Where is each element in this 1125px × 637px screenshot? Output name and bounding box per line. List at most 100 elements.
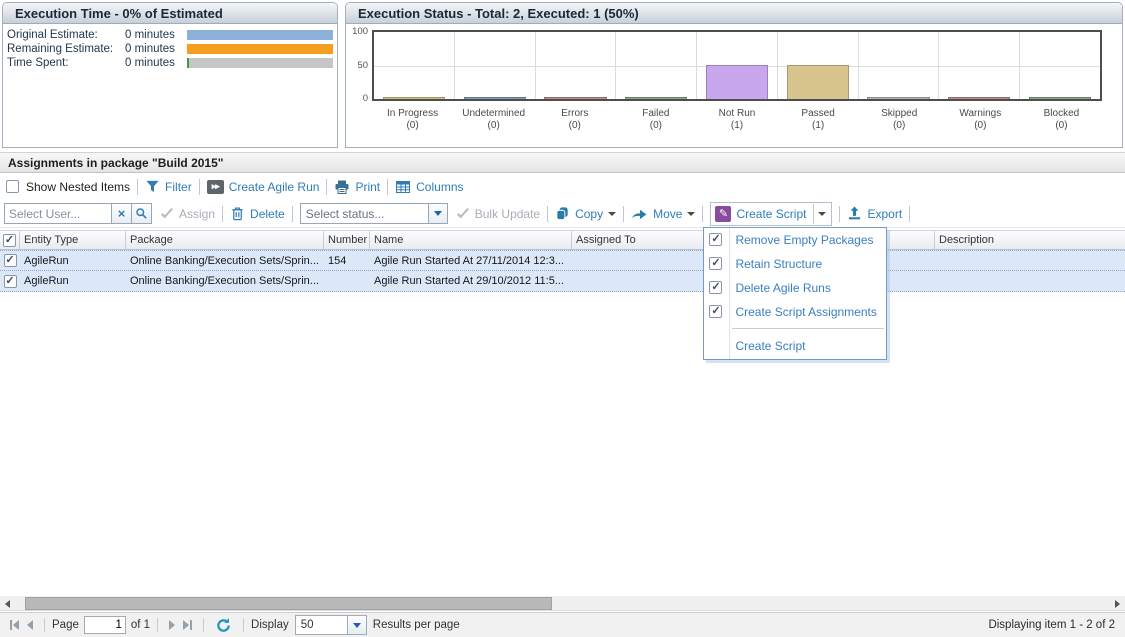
chart-plot bbox=[372, 30, 1102, 101]
x-label-passed: Passed(1) bbox=[778, 108, 859, 132]
separator bbox=[326, 179, 327, 195]
filter-button[interactable]: Filter bbox=[145, 179, 192, 194]
table-header-row: ✓ Entity Type Package Number Name Assign… bbox=[0, 230, 1125, 250]
print-icon bbox=[334, 179, 350, 195]
scroll-left-button[interactable] bbox=[0, 596, 15, 611]
export-button[interactable]: Export bbox=[847, 206, 902, 221]
chart-y-axis: 100 50 0 bbox=[348, 30, 370, 101]
row-checkbox[interactable]: ✓ bbox=[4, 275, 17, 288]
menu-item-delete-agile-runs[interactable]: ✓ Delete Agile Runs bbox=[704, 276, 886, 300]
toolbar-secondary: × Assign Delete Select status... Bulk Up… bbox=[0, 200, 1125, 228]
create-agile-run-button[interactable]: ▸▸ Create Agile Run bbox=[207, 180, 320, 194]
x-label-undetermined: Undetermined(0) bbox=[453, 108, 534, 132]
select-status-dropdown[interactable]: Select status... bbox=[300, 203, 448, 224]
select-status-chevron bbox=[428, 204, 447, 223]
table-row[interactable]: ✓ AgileRun Online Banking/Execution Sets… bbox=[0, 271, 1125, 292]
create-script-button[interactable]: ✎ Create Script bbox=[710, 202, 832, 226]
columns-button[interactable]: Columns bbox=[395, 179, 463, 195]
bar-not-run bbox=[706, 65, 768, 99]
header-description[interactable]: Description bbox=[935, 231, 1125, 249]
move-arrow-icon bbox=[631, 207, 648, 220]
x-label-not-run: Not Run(1) bbox=[696, 108, 777, 132]
bar-blocked bbox=[1029, 97, 1091, 100]
print-button[interactable]: Print bbox=[334, 179, 380, 195]
menu-item-remove-empty-packages[interactable]: ✓ Remove Empty Packages bbox=[704, 228, 886, 252]
chevron-down-icon bbox=[353, 623, 361, 628]
bulk-update-button[interactable]: Bulk Update bbox=[456, 207, 540, 221]
results-per-page-dropdown[interactable]: 50 bbox=[295, 615, 367, 635]
columns-icon bbox=[395, 179, 411, 195]
move-menu-chevron-icon bbox=[687, 212, 695, 216]
select-status-value: Select status... bbox=[301, 207, 428, 221]
cell-number bbox=[324, 271, 370, 291]
header-number[interactable]: Number bbox=[324, 231, 370, 249]
menu-item-create-script[interactable]: Create Script bbox=[704, 333, 886, 359]
show-nested-checkbox[interactable] bbox=[6, 180, 19, 193]
clear-user-button[interactable]: × bbox=[112, 203, 132, 224]
chevron-down-icon bbox=[434, 211, 442, 216]
bulk-update-check-icon bbox=[456, 208, 470, 220]
first-page-icon bbox=[10, 620, 12, 630]
scroll-right-button[interactable] bbox=[1110, 596, 1125, 611]
export-icon bbox=[847, 206, 862, 221]
refresh-button[interactable] bbox=[215, 617, 232, 634]
x-label-warnings: Warnings(0) bbox=[940, 108, 1021, 132]
table-row[interactable]: ✓ AgileRun Online Banking/Execution Sets… bbox=[0, 250, 1125, 271]
separator bbox=[623, 206, 624, 222]
remove-empty-packages-checkbox[interactable]: ✓ bbox=[709, 233, 722, 246]
execution-assignments-screen: Execution Time - 0% of Estimated Origina… bbox=[0, 0, 1125, 637]
displaying-items-status: Displaying item 1 - 2 of 2 bbox=[988, 619, 1119, 631]
execution-time-rows: Original Estimate: 0 minutes Remaining E… bbox=[3, 24, 337, 70]
retain-structure-checkbox[interactable]: ✓ bbox=[709, 257, 722, 270]
remaining-estimate-bar bbox=[187, 44, 333, 54]
bar-failed bbox=[625, 97, 687, 100]
first-page-button[interactable] bbox=[10, 620, 19, 630]
header-entity-type[interactable]: Entity Type bbox=[20, 231, 126, 249]
select-all-checkbox[interactable]: ✓ bbox=[3, 234, 16, 247]
menu-separator bbox=[732, 328, 884, 329]
scroll-left-icon bbox=[5, 600, 10, 608]
time-spent-marker bbox=[187, 58, 189, 68]
refresh-icon bbox=[215, 617, 232, 634]
delete-agile-runs-checkbox[interactable]: ✓ bbox=[709, 281, 722, 294]
bar-cell-in-progress bbox=[374, 32, 455, 99]
scrollbar-thumb[interactable] bbox=[25, 597, 552, 610]
header-name[interactable]: Name bbox=[370, 231, 572, 249]
row-checkbox[interactable]: ✓ bbox=[4, 254, 17, 267]
original-estimate-bar bbox=[187, 30, 333, 40]
time-spent-bar bbox=[187, 58, 333, 68]
row-select-cell: ✓ bbox=[0, 251, 20, 270]
create-script-menu-chevron[interactable] bbox=[813, 204, 829, 224]
header-package[interactable]: Package bbox=[126, 231, 324, 249]
y-tick-50: 50 bbox=[357, 60, 368, 71]
y-tick-0: 0 bbox=[363, 93, 368, 104]
results-per-page-label: Results per page bbox=[373, 619, 460, 631]
pagination-bar: Page of 1 Display 50 Results per page Di… bbox=[0, 612, 1125, 637]
time-spent-value: 0 minutes bbox=[125, 57, 187, 69]
move-button[interactable]: Move bbox=[631, 207, 695, 221]
select-all-cell: ✓ bbox=[0, 231, 20, 249]
separator bbox=[157, 618, 158, 632]
bar-warnings bbox=[948, 97, 1010, 100]
last-page-button[interactable] bbox=[183, 620, 192, 630]
delete-button[interactable]: Delete bbox=[230, 206, 285, 221]
pencil-icon: ✎ bbox=[715, 206, 731, 222]
select-user-input[interactable] bbox=[4, 203, 112, 224]
horizontal-scrollbar[interactable] bbox=[0, 596, 1125, 611]
x-label-blocked: Blocked(0) bbox=[1021, 108, 1102, 132]
search-user-button[interactable] bbox=[132, 203, 152, 224]
toolbar-primary: Show Nested Items Filter ▸▸ Create Agile… bbox=[0, 173, 1125, 200]
next-page-button[interactable] bbox=[169, 620, 175, 630]
chevron-down-icon bbox=[818, 212, 826, 216]
menu-item-retain-structure[interactable]: ✓ Retain Structure bbox=[704, 252, 886, 276]
separator bbox=[203, 618, 204, 632]
cell-name: Agile Run Started At 27/11/2014 12:3... bbox=[370, 251, 572, 270]
prev-page-button[interactable] bbox=[27, 620, 33, 630]
menu-item-create-script-assignments[interactable]: ✓ Create Script Assignments bbox=[704, 300, 886, 324]
page-number-input[interactable] bbox=[84, 616, 126, 634]
create-script-assignments-checkbox[interactable]: ✓ bbox=[709, 305, 722, 318]
time-spent-label: Time Spent: bbox=[7, 57, 125, 69]
assign-button[interactable]: Assign bbox=[160, 207, 215, 221]
show-nested-label: Show Nested Items bbox=[26, 180, 130, 194]
copy-button[interactable]: Copy bbox=[555, 206, 616, 221]
